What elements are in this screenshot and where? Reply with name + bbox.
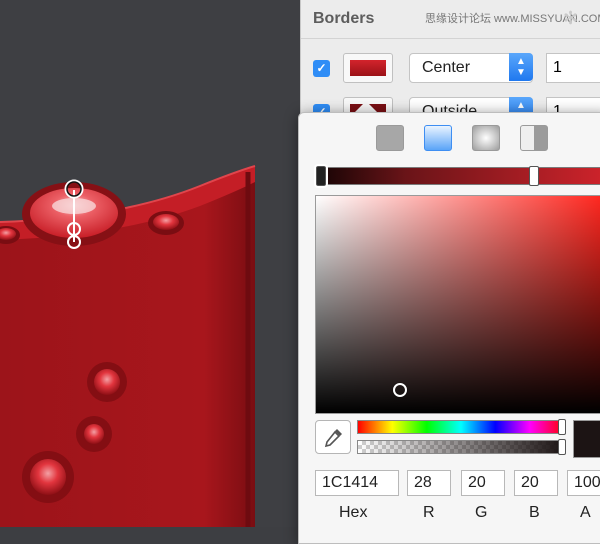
border-position-select[interactable]: Center ▲ ▼ — [409, 53, 533, 83]
artwork[interactable] — [0, 0, 300, 527]
eyedropper-button[interactable] — [315, 420, 351, 454]
solid-fill-button[interactable] — [376, 125, 404, 151]
chevron-updown-icon: ▲▼ — [509, 53, 533, 81]
border-thickness-value: 1 — [553, 59, 562, 76]
gradient-bar[interactable] — [314, 164, 600, 188]
gear-icon[interactable]: ✻ — [563, 8, 578, 29]
hex-label: Hex — [339, 504, 368, 521]
border-row-1: ✓ Center ▲ ▼ 1 — [301, 48, 600, 92]
green-input[interactable]: 20 — [461, 470, 505, 496]
eyedropper-icon — [324, 429, 342, 448]
border-thickness-field[interactable]: 1 — [546, 53, 600, 83]
section-title: Borders — [313, 10, 375, 27]
alpha-value: 100 — [574, 474, 600, 491]
hex-input[interactable]: 1C1414 — [315, 470, 399, 496]
border-color-swatch[interactable] — [343, 53, 393, 83]
blue-value: 20 — [521, 474, 539, 491]
color-picker-popover: 1C1414 28 20 20 100 Hex R G B A — [298, 112, 600, 544]
blue-label: B — [529, 504, 540, 521]
gradient-stop-selected[interactable] — [314, 164, 328, 188]
gradient-stop[interactable] — [529, 166, 539, 186]
angular-gradient-button[interactable] — [520, 125, 548, 151]
saturation-brightness-field[interactable] — [315, 195, 600, 414]
red-input[interactable]: 28 — [407, 470, 451, 496]
border-position-value: Center — [422, 59, 471, 76]
alpha-input[interactable]: 100 — [567, 470, 600, 496]
color-cursor[interactable] — [393, 383, 407, 397]
red-value: 28 — [414, 474, 432, 491]
linear-gradient-button[interactable] — [424, 125, 452, 151]
hue-slider[interactable] — [357, 419, 566, 435]
border-enabled-checkbox[interactable]: ✓ — [313, 60, 330, 77]
alpha-slider[interactable] — [357, 439, 566, 455]
color-preview-swatch — [573, 420, 600, 458]
radial-gradient-button[interactable] — [472, 125, 500, 151]
design-canvas[interactable] — [0, 0, 300, 527]
alpha-slider-thumb[interactable] — [558, 439, 566, 455]
green-label: G — [475, 504, 488, 521]
green-value: 20 — [468, 474, 486, 491]
hue-slider-thumb[interactable] — [558, 419, 566, 435]
borders-section-header: Borders 思缘设计论坛 www.MISSYUAN.COM ✻ — [301, 0, 600, 39]
alpha-label: A — [580, 504, 591, 521]
red-label: R — [423, 504, 435, 521]
blue-input[interactable]: 20 — [514, 470, 558, 496]
hex-value: 1C1414 — [322, 474, 379, 491]
